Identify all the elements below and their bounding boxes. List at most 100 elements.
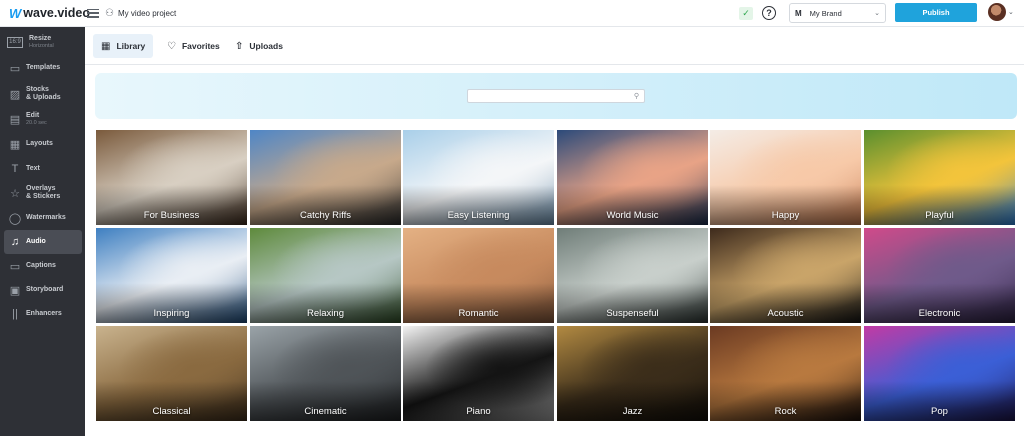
sidebar-item-resize[interactable]: 16:9 Resize Horizontal (4, 30, 82, 54)
captions-icon: ▭ (9, 260, 21, 273)
genre-label: For Business (143, 210, 200, 221)
genre-label: Cinematic (304, 406, 347, 417)
sidebar-item-layouts[interactable]: ▦ Layouts (4, 132, 82, 156)
sidebar-item-watermarks[interactable]: ◯ Watermarks (4, 206, 82, 230)
enhancers-icon: || (12, 308, 18, 320)
resize-icon: 16:9 (7, 36, 23, 48)
genre-label: Inspiring (153, 308, 190, 319)
genre-tile-suspenseful[interactable]: Suspenseful (557, 228, 708, 323)
genre-label: Playful (925, 210, 954, 221)
genre-tile-romantic[interactable]: Romantic (403, 228, 554, 323)
templates-icon: ▭ (9, 62, 21, 75)
grid-icon: ▦ (101, 40, 111, 52)
sidebar-item-label: Enhancers (26, 310, 62, 317)
search-input[interactable]: ⚲ (467, 89, 645, 108)
genre-tile-easy-listening[interactable]: Easy Listening (403, 130, 554, 225)
sidebar-item-edit[interactable]: ▤ Edit 20.0 sec (4, 107, 82, 131)
genre-tile-playful[interactable]: Playful (864, 130, 1015, 225)
genre-tile-happy[interactable]: Happy (710, 130, 861, 225)
chevron-down-icon[interactable]: ⌄ (1008, 8, 1014, 16)
tab-favorites[interactable]: ♡ Favorites (159, 34, 228, 58)
sidebar-item-label: Resize (29, 35, 52, 42)
brand-name: My Brand (809, 8, 842, 18)
genre-label: Electronic (918, 308, 961, 319)
genre-label: Rock (774, 406, 797, 417)
genre-label: Pop (931, 406, 948, 417)
watermarks-icon: ◯ (8, 212, 22, 225)
app-name: wave.video (23, 6, 90, 20)
audio-icon: ♫ (10, 236, 20, 248)
heart-icon: ♡ (167, 40, 176, 52)
sidebar-item-templates[interactable]: ▭ Templates (4, 56, 82, 80)
storyboard-icon: ▣ (9, 284, 21, 297)
genre-label: Catchy Riffs (299, 210, 352, 221)
sidebar-item-label: Edit (26, 112, 40, 119)
genre-label: Suspenseful (606, 308, 659, 319)
project-title[interactable]: My video project (118, 9, 176, 18)
sidebar-item-label: Audio (26, 238, 46, 245)
sidebar-item-label: Layouts (26, 140, 53, 147)
genre-tile-inspiring[interactable]: Inspiring (96, 228, 247, 323)
tab-label: Library (116, 41, 146, 51)
upload-icon: ⇧ (235, 40, 244, 52)
genre-tile-classical[interactable]: Classical (96, 326, 247, 421)
tab-label: Uploads (249, 41, 283, 51)
genre-tile-piano[interactable]: Piano (403, 326, 554, 421)
sidebar-item-overlays-stickers[interactable]: ☆ Overlays & Stickers (4, 181, 82, 205)
menu-icon[interactable] (87, 8, 99, 18)
wave-logo-icon: W (9, 5, 21, 21)
genre-tile-for-business[interactable]: For Business (96, 130, 247, 225)
brand-select[interactable]: M My Brand ⌄ (789, 3, 886, 23)
brand-initial: M (795, 8, 802, 18)
tab-label: Favorites (181, 41, 220, 51)
sidebar-item-enhancers[interactable]: || Enhancers (4, 302, 82, 326)
sidebar-item-sublabel: Horizontal (29, 43, 54, 49)
sidebar-item-label: Text (26, 165, 40, 172)
search-icon[interactable]: ⚲ (634, 92, 639, 100)
sidebar-item-label: Overlays & Stickers (26, 185, 61, 200)
text-icon: T (11, 163, 19, 175)
genre-label: Acoustic (767, 308, 804, 319)
genre-tile-catchy-riffs[interactable]: Catchy Riffs (250, 130, 401, 225)
help-icon[interactable]: ? (762, 6, 776, 20)
sidebar-item-label: Storyboard (26, 286, 64, 293)
genre-label: Piano (466, 406, 491, 417)
genre-tile-pop[interactable]: Pop (864, 326, 1015, 421)
genre-tile-acoustic[interactable]: Acoustic (710, 228, 861, 323)
top-bar: W wave.video ⚇ My video project ✓ ? M My… (0, 0, 1024, 27)
tab-uploads[interactable]: ⇧ Uploads (227, 34, 291, 58)
stocks-icon: ▨ (9, 88, 21, 101)
sidebar-item-sublabel: 20.0 sec (26, 120, 47, 126)
sidebar: 16:9 Resize Horizontal ▭ Templates ▨ Stocks & … (0, 27, 85, 436)
genre-label: World Music (606, 210, 659, 221)
genre-tile-electronic[interactable]: Electronic (864, 228, 1015, 323)
sidebar-item-storyboard[interactable]: ▣ Storyboard (4, 278, 82, 302)
sidebar-item-text[interactable]: T Text (4, 157, 82, 181)
tab-library[interactable]: ▦ Library (93, 34, 154, 58)
search-banner: ⚲ (95, 73, 1017, 119)
sidebar-item-captions[interactable]: ▭ Captions (4, 254, 82, 278)
publish-button[interactable]: Publish (895, 3, 977, 22)
genre-tile-relaxing[interactable]: Relaxing (250, 228, 401, 323)
layouts-icon: ▦ (9, 138, 21, 151)
search-field[interactable] (468, 95, 628, 108)
genre-label: Jazz (622, 406, 643, 417)
genre-label: Happy (771, 210, 800, 221)
add-user-icon[interactable]: ⚇ (105, 8, 114, 19)
avatar[interactable] (988, 3, 1006, 21)
app-logo[interactable]: W wave.video (9, 5, 90, 21)
library-tabs: ▦ Library ♡ Favorites ⇧ Uploads (85, 27, 1024, 65)
sidebar-item-stocks-uploads[interactable]: ▨ Stocks & Uploads (4, 82, 82, 106)
genre-label: Classical (152, 406, 191, 417)
sidebar-item-label: Stocks & Uploads (26, 86, 61, 101)
sidebar-item-label: Templates (26, 64, 61, 71)
genre-tile-jazz[interactable]: Jazz (557, 326, 708, 421)
edit-icon: ▤ (9, 113, 21, 126)
genre-tile-rock[interactable]: Rock (710, 326, 861, 421)
sidebar-item-label: Captions (26, 262, 56, 269)
saved-check-icon: ✓ (739, 7, 753, 20)
genre-label: Romantic (458, 308, 499, 319)
sidebar-item-audio[interactable]: ♫ Audio (4, 230, 82, 254)
genre-tile-cinematic[interactable]: Cinematic (250, 326, 401, 421)
genre-tile-world-music[interactable]: World Music (557, 130, 708, 225)
